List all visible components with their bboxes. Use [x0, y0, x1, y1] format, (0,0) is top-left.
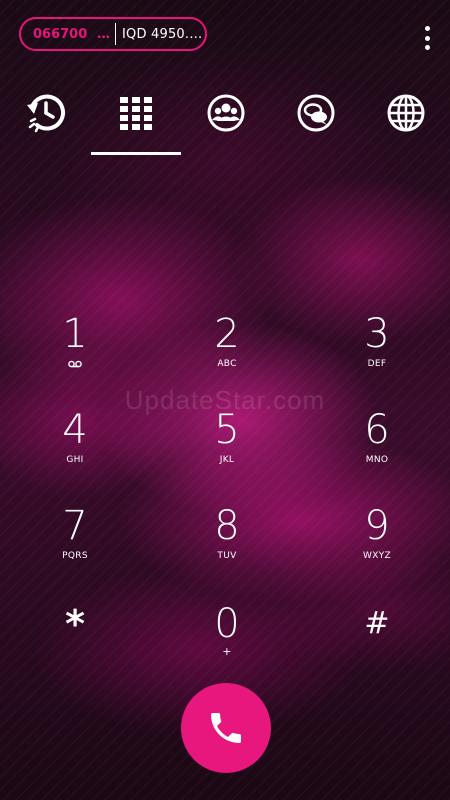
key-6[interactable]: 6 MNO — [322, 408, 432, 488]
globe-icon — [387, 94, 425, 132]
tab-bar — [0, 87, 450, 157]
balance-number: 066700 — [33, 26, 88, 42]
key-letters: JKL — [219, 455, 235, 465]
key-0[interactable]: 0 + — [172, 602, 282, 682]
key-digit: 2 — [214, 311, 240, 357]
tab-chats[interactable] — [271, 87, 361, 153]
key-letters: MNO — [365, 455, 389, 465]
dialpad-icon — [120, 97, 152, 130]
balance-number-ellipsis: … — [97, 26, 110, 42]
balance-amount: IQD 4950.… — [122, 26, 203, 42]
balance-pill[interactable]: 066700 … IQD 4950.… — [19, 17, 207, 51]
key-digit: * — [65, 602, 85, 646]
phone-icon — [211, 713, 241, 743]
pill-divider — [115, 23, 116, 45]
recents-icon — [27, 94, 66, 133]
key-9[interactable]: 9 WXYZ — [322, 504, 432, 584]
voicemail-icon — [68, 360, 82, 368]
key-star[interactable]: * — [20, 602, 130, 682]
contacts-group-icon — [207, 94, 245, 132]
key-1[interactable]: 1 — [20, 312, 130, 392]
tab-recents[interactable] — [1, 87, 91, 153]
chat-bubbles-icon — [297, 94, 335, 132]
key-3[interactable]: 3 DEF — [322, 312, 432, 392]
tab-web[interactable] — [361, 87, 450, 153]
key-digit: 0 — [214, 601, 240, 647]
key-5[interactable]: 5 JKL — [172, 408, 282, 488]
dialer-screen: 066700 … IQD 4950.… UpdateStar.com 1 2 A… — [0, 0, 450, 800]
key-letters: PQRS — [62, 551, 88, 561]
selected-tab-indicator — [91, 152, 181, 155]
key-digit: 3 — [364, 311, 390, 357]
key-digit: # — [364, 606, 390, 641]
tab-dialpad[interactable] — [91, 87, 181, 153]
key-digit: 8 — [214, 503, 240, 549]
key-digit: 5 — [214, 407, 240, 453]
key-digit: 7 — [62, 503, 88, 549]
key-letters: + — [222, 645, 232, 658]
call-button[interactable] — [181, 683, 271, 773]
key-digit: 9 — [364, 503, 390, 549]
tab-contacts[interactable] — [181, 87, 271, 153]
key-letters: GHI — [66, 455, 84, 465]
key-7[interactable]: 7 PQRS — [20, 504, 130, 584]
key-letters: ABC — [217, 359, 237, 369]
key-8[interactable]: 8 TUV — [172, 504, 282, 584]
key-4[interactable]: 4 GHI — [20, 408, 130, 488]
key-letters: TUV — [217, 551, 237, 561]
key-letters: DEF — [367, 359, 387, 369]
key-digit: 4 — [62, 407, 88, 453]
key-letters: WXYZ — [363, 551, 391, 561]
overflow-menu-icon[interactable] — [422, 26, 432, 50]
key-digit: 1 — [62, 311, 88, 357]
key-digit: 6 — [364, 407, 390, 453]
key-2[interactable]: 2 ABC — [172, 312, 282, 392]
key-hash[interactable]: # — [322, 602, 432, 682]
